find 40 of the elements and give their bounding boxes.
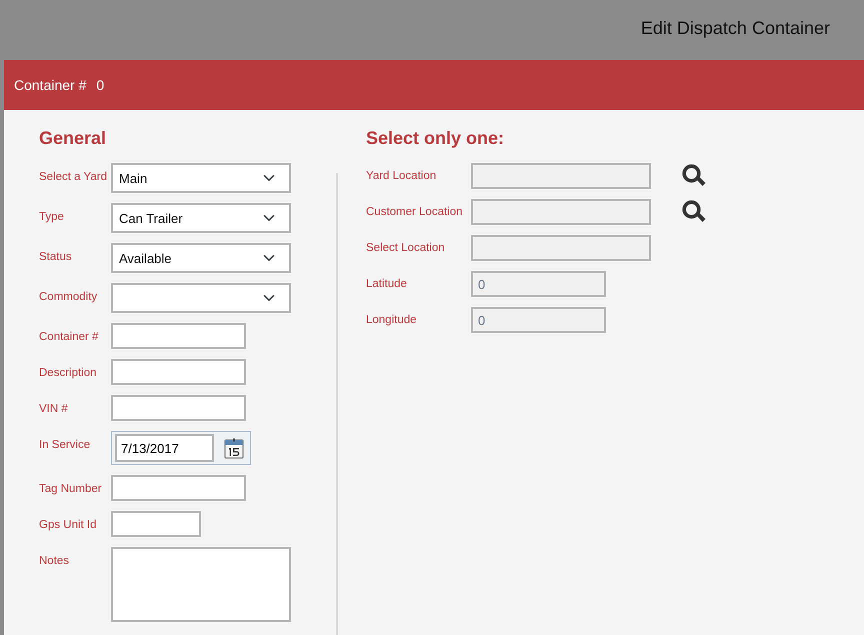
field-label: VIN # [39, 402, 69, 417]
container-number-label: Container # [14, 76, 86, 94]
field-label: Select a Yard [39, 170, 108, 185]
input-field[interactable] [111, 323, 246, 349]
field-label: Tag Number [39, 482, 103, 497]
input-field[interactable] [111, 475, 246, 501]
field-label: Commodity [39, 290, 98, 305]
input-field[interactable] [471, 163, 651, 189]
input-field[interactable] [111, 359, 246, 385]
field-label: Container # [39, 330, 100, 345]
field-label: Longitude [366, 313, 418, 328]
section-heading: Select only one: [366, 127, 506, 150]
date-field[interactable]: 7/13/2017 [115, 434, 214, 462]
dropdown[interactable]: Available [111, 243, 291, 273]
dropdown[interactable] [111, 283, 291, 313]
field-label: Description [39, 366, 98, 381]
calendar-icon[interactable] [224, 438, 244, 458]
input-field[interactable] [471, 235, 651, 261]
input-field[interactable] [111, 395, 246, 421]
section-heading: General [39, 127, 108, 150]
input-field[interactable] [471, 199, 651, 225]
field-label: Notes [39, 554, 70, 569]
field-label: Gps Unit Id [39, 518, 98, 533]
field-label: Latitude [366, 277, 408, 292]
field-label: Customer Location [366, 205, 464, 220]
field-label: Type [39, 210, 65, 225]
notes-field[interactable] [111, 547, 291, 622]
field-label: Status [39, 250, 73, 265]
field-label: Select Location [366, 241, 446, 256]
field-label: In Service [39, 438, 92, 453]
input-field[interactable] [111, 511, 201, 537]
search-icon[interactable] [682, 164, 706, 187]
search-icon[interactable] [682, 200, 706, 223]
input-field[interactable]: 0 [471, 307, 606, 333]
container-number-value: 0 [96, 76, 104, 94]
field-label: Yard Location [366, 169, 438, 184]
dropdown[interactable]: Can Trailer [111, 203, 291, 233]
page-title: Edit Dispatch Container [640, 18, 830, 40]
input-field[interactable]: 0 [471, 271, 606, 297]
dropdown[interactable]: Main [111, 163, 291, 193]
